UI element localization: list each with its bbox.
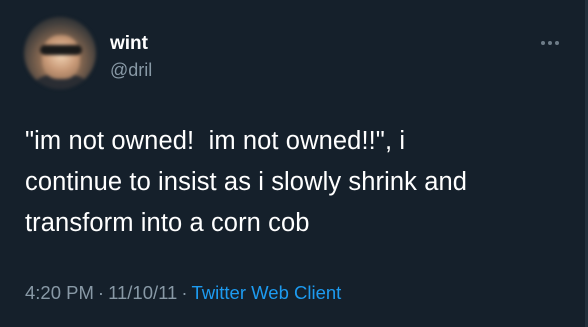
- tweet-meta: 4:20 PM · 11/10/11 · Twitter Web Client: [25, 281, 341, 305]
- avatar-face: [42, 35, 80, 79]
- more-dot: [541, 41, 545, 45]
- tweet-text-line-2: continue to insist as i slowly shrink an…: [25, 168, 468, 196]
- user-handle[interactable]: @dril: [110, 59, 152, 81]
- avatar[interactable]: [24, 17, 96, 89]
- more-horizontal-icon[interactable]: [536, 36, 564, 50]
- tweet-card: wint @dril "im not owned! im not owned!!…: [0, 0, 588, 327]
- tweet-time[interactable]: 4:20 PM: [25, 282, 94, 303]
- more-dot: [548, 41, 552, 45]
- display-name[interactable]: wint: [110, 33, 148, 55]
- meta-separator: ·: [181, 282, 188, 303]
- tweet-text-line-1: "im not owned! im not owned!!", i: [25, 127, 406, 155]
- tweet-text-line-3: transform into a corn cob: [25, 209, 310, 237]
- tweet-date[interactable]: 11/10/11: [108, 282, 177, 303]
- tweet-client-link[interactable]: Twitter Web Client: [192, 282, 342, 303]
- meta-separator: ·: [97, 282, 105, 303]
- avatar-glasses: [40, 45, 82, 55]
- more-dot: [555, 41, 559, 45]
- tweet-text: "im not owned! im not owned!!", i contin…: [25, 121, 565, 244]
